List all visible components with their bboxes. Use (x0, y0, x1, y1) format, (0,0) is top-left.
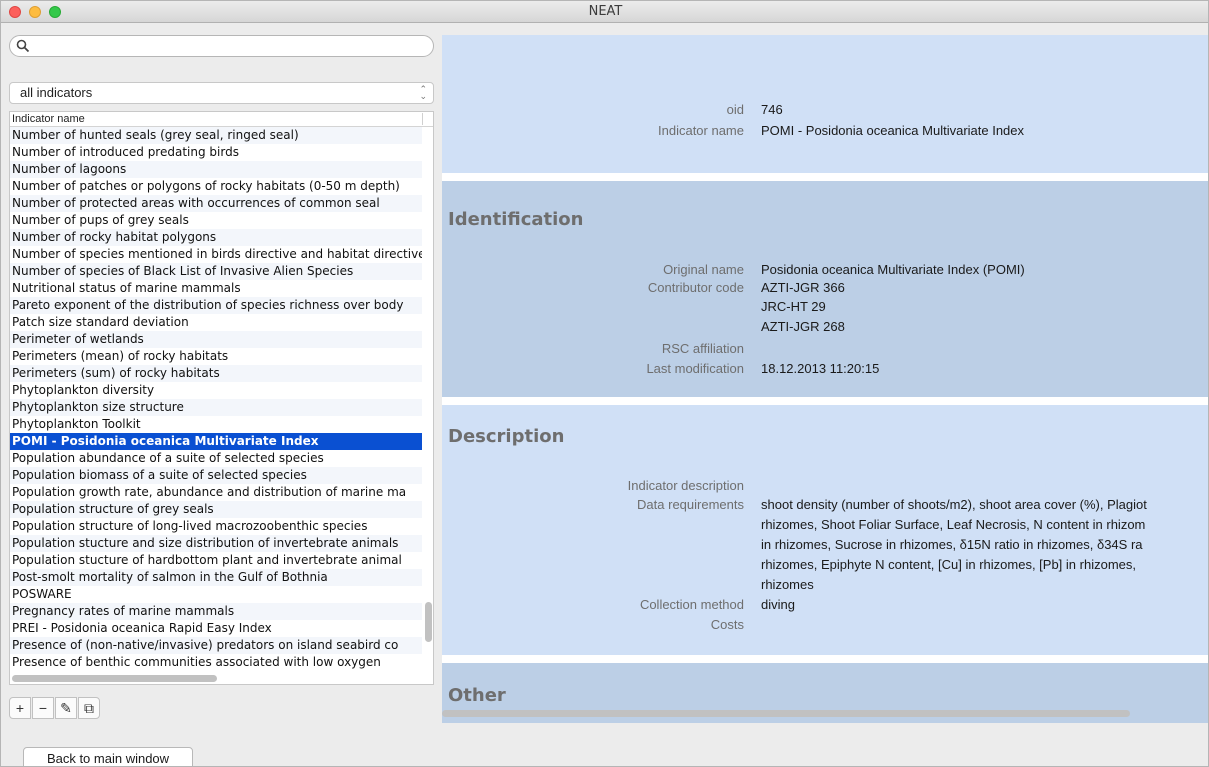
description-section: Description Indicator description Data r… (442, 405, 1208, 655)
list-item[interactable]: Number of hunted seals (grey seal, ringe… (10, 127, 422, 144)
plus-icon: + (15, 700, 25, 716)
original-name-label: Original name (663, 262, 744, 277)
indicator-description-label: Indicator description (627, 478, 744, 493)
data-requirements-line: rhizomes (761, 577, 814, 592)
list-item[interactable]: Patch size standard deviation (10, 314, 422, 331)
contributor-code-value: JRC-HT 29 (761, 299, 826, 314)
indicator-list-pane: all indicators ⌃ ⌄ Indicator name Number … (9, 35, 434, 725)
description-heading: Description (448, 426, 565, 447)
close-window-button[interactable] (9, 6, 21, 18)
column-header-indicator-name[interactable]: Indicator name (10, 112, 433, 127)
list-item[interactable]: Number of patches or polygons of rocky h… (10, 178, 422, 195)
back-to-main-window-button[interactable]: Back to main window (23, 747, 193, 766)
list-item[interactable]: Phytoplankton size structure (10, 399, 422, 416)
contributor-code-label: Contributor code (647, 280, 744, 295)
list-item[interactable]: Population abundance of a suite of selec… (10, 450, 422, 467)
detail-horizontal-scrollbar[interactable] (442, 710, 1130, 717)
indicator-filter-select[interactable]: all indicators ⌃ ⌄ (9, 82, 434, 104)
data-requirements-line: rhizomes, Shoot Foliar Surface, Leaf Nec… (761, 517, 1146, 532)
indicator-name-value: POMI - Posidonia oceanica Multivariate I… (761, 123, 1025, 138)
window-title: NEAT (588, 4, 623, 19)
collection-method-value: diving (761, 597, 795, 612)
filter-selected-value: all indicators (20, 85, 93, 100)
identification-heading: Identification (448, 209, 584, 230)
list-item[interactable]: Number of protected areas with occurrenc… (10, 195, 422, 212)
other-heading: Other (448, 685, 506, 706)
list-item[interactable]: Presence of (non-native/invasive) predat… (10, 637, 422, 654)
last-modification-label: Last modification (646, 361, 744, 376)
list-item[interactable]: Pareto exponent of the distribution of s… (10, 297, 422, 314)
updown-chevron-icon: ⌃ ⌄ (419, 84, 427, 101)
data-requirements-label: Data requirements (637, 497, 744, 512)
remove-indicator-button[interactable]: − (32, 697, 54, 719)
title-bar: NEAT (1, 1, 1208, 23)
list-item[interactable]: Perimeter of wetlands (10, 331, 422, 348)
indicator-detail-pane: oid 746 Indicator name POMI - Posidonia … (442, 35, 1208, 723)
list-item[interactable]: Population structure of grey seals (10, 501, 422, 518)
list-item[interactable]: Pregnancy rates of marine mammals (10, 603, 422, 620)
search-input[interactable] (9, 35, 434, 57)
add-indicator-button[interactable]: + (9, 697, 31, 719)
costs-label: Costs (710, 617, 744, 632)
horizontal-scrollbar[interactable] (12, 675, 217, 682)
list-item[interactable]: Number of species mentioned in birds dir… (10, 246, 422, 263)
duplicate-icon: ⧉ (84, 700, 94, 716)
list-item[interactable]: Number of rocky habitat polygons (10, 229, 422, 246)
duplicate-indicator-button[interactable]: ⧉ (78, 697, 100, 719)
list-item[interactable]: Population structure of long-lived macro… (10, 518, 422, 535)
list-item[interactable]: Presence of benthic communities associat… (10, 654, 422, 671)
indicator-name-label: Indicator name (658, 123, 744, 138)
list-item[interactable]: Perimeters (mean) of rocky habitats (10, 348, 422, 365)
data-requirements-line: in rhizomes, Sucrose in rhizomes, δ15N r… (761, 537, 1143, 552)
list-item[interactable]: Number of pups of grey seals (10, 212, 422, 229)
list-item[interactable]: Population biomass of a suite of selecte… (10, 467, 422, 484)
contributor-code-value: AZTI-JGR 366 (761, 280, 845, 295)
identification-section: Identification Original name Posidonia o… (442, 181, 1208, 397)
list-item[interactable]: Perimeters (sum) of rocky habitats (10, 365, 422, 382)
list-item[interactable]: Post-smolt mortality of salmon in the Gu… (10, 569, 422, 586)
data-requirements-line: rhizomes, Epiphyte N content, [Cu] in rh… (761, 557, 1136, 572)
list-item[interactable]: Population stucture of hardbottom plant … (10, 552, 422, 569)
app-window: NEAT all indicators ⌃ ⌄ Indicator name Nu… (0, 0, 1209, 767)
list-item[interactable]: Phytoplankton Toolkit (10, 416, 422, 433)
list-toolbar: + − ✎ ⧉ (9, 697, 101, 721)
list-item[interactable]: PREI - Posidonia oceanica Rapid Easy Ind… (10, 620, 422, 637)
header-section: oid 746 Indicator name POMI - Posidonia … (442, 35, 1208, 173)
contributor-code-value: AZTI-JGR 268 (761, 319, 845, 334)
list-item[interactable]: POMI - Posidonia oceanica Multivariate I… (10, 433, 422, 450)
minus-icon: − (38, 700, 48, 716)
list-item[interactable]: Phytoplankton diversity (10, 382, 422, 399)
oid-label: oid (726, 102, 744, 117)
list-item[interactable]: Population stucture and size distributio… (10, 535, 422, 552)
indicator-table[interactable]: Indicator name Number of hunted seals (g… (9, 111, 434, 685)
pencil-icon: ✎ (60, 700, 72, 716)
indicator-list: Number of hunted seals (grey seal, ringe… (10, 127, 433, 671)
search-icon (16, 39, 30, 53)
last-modification-value: 18.12.2013 11:20:15 (761, 361, 880, 376)
list-item[interactable]: POSWARE (10, 586, 422, 603)
zoom-window-button[interactable] (49, 6, 61, 18)
edit-indicator-button[interactable]: ✎ (55, 697, 77, 719)
list-item[interactable]: Population growth rate, abundance and di… (10, 484, 422, 501)
oid-value: 746 (761, 102, 783, 117)
data-requirements-line: shoot density (number of shoots/m2), sho… (761, 497, 1147, 512)
original-name-value: Posidonia oceanica Multivariate Index (P… (761, 262, 1025, 277)
list-item[interactable]: Number of lagoons (10, 161, 422, 178)
vertical-scrollbar[interactable] (425, 602, 432, 642)
list-item[interactable]: Number of introduced predating birds (10, 144, 422, 161)
list-item[interactable]: Nutritional status of marine mammals (10, 280, 422, 297)
minimize-window-button[interactable] (29, 6, 41, 18)
list-item[interactable]: Number of species of Black List of Invas… (10, 263, 422, 280)
rsc-affiliation-label: RSC affiliation (661, 341, 744, 356)
collection-method-label: Collection method (639, 597, 744, 612)
